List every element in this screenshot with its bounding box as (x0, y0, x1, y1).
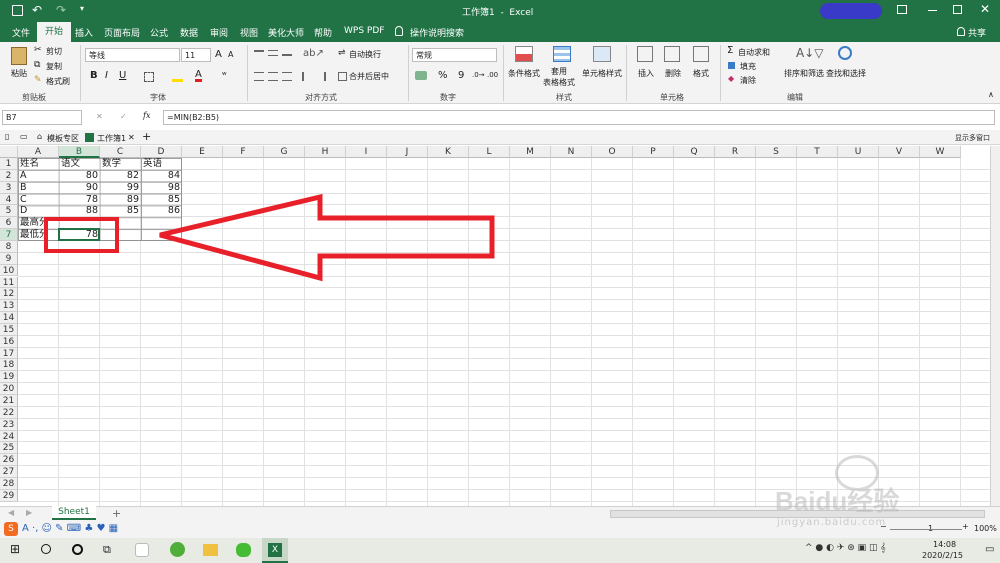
windows-start-icon[interactable]: ⊞ (10, 542, 20, 556)
prev-sheet-icon[interactable]: ◀ (8, 508, 14, 517)
ime-toolbar-icons[interactable]: A ·, ☺ ✎ ⌨ ♣ ♥ ▦ (22, 523, 118, 534)
highlight-box (44, 217, 119, 253)
edge-browser-icon[interactable] (170, 542, 185, 557)
excel-app-icon: X (268, 543, 282, 557)
app-icon[interactable] (135, 543, 149, 557)
watermark-brand: Baidu经验 (775, 486, 900, 516)
annotation-arrow (159, 193, 495, 282)
clock-time[interactable]: 14:08 (933, 540, 956, 549)
file-explorer-icon[interactable] (203, 544, 218, 556)
task-view-icon[interactable]: ⧉ (103, 543, 111, 557)
watermark-logo: Baidu经验 jingyan.baidu.com (775, 455, 995, 535)
next-sheet-icon[interactable]: ▶ (26, 508, 32, 517)
sheet-tab[interactable]: Sheet1 (52, 506, 96, 520)
add-sheet-button[interactable]: + (112, 507, 121, 520)
vertical-scrollbar[interactable] (990, 146, 1000, 506)
wechat-icon[interactable] (236, 543, 251, 557)
notification-icon[interactable]: ▭ (985, 544, 994, 555)
sogou-ime-icon[interactable]: S (4, 522, 18, 536)
search-icon[interactable] (41, 544, 51, 554)
cortana-icon[interactable] (72, 544, 83, 555)
clock-date[interactable]: 2020/2/15 (922, 551, 963, 560)
watermark-url: jingyan.baidu.com (777, 517, 887, 528)
system-tray-icons[interactable]: ^ ● ◐ ✈ ⊛ ▣ ◫ 𝄞 (805, 543, 886, 553)
windows-taskbar: ⊞ ⧉ X ^ ● ◐ ✈ ⊛ ▣ ◫ 𝄞 14:08 2020/2/15 ▭ (0, 538, 1000, 563)
